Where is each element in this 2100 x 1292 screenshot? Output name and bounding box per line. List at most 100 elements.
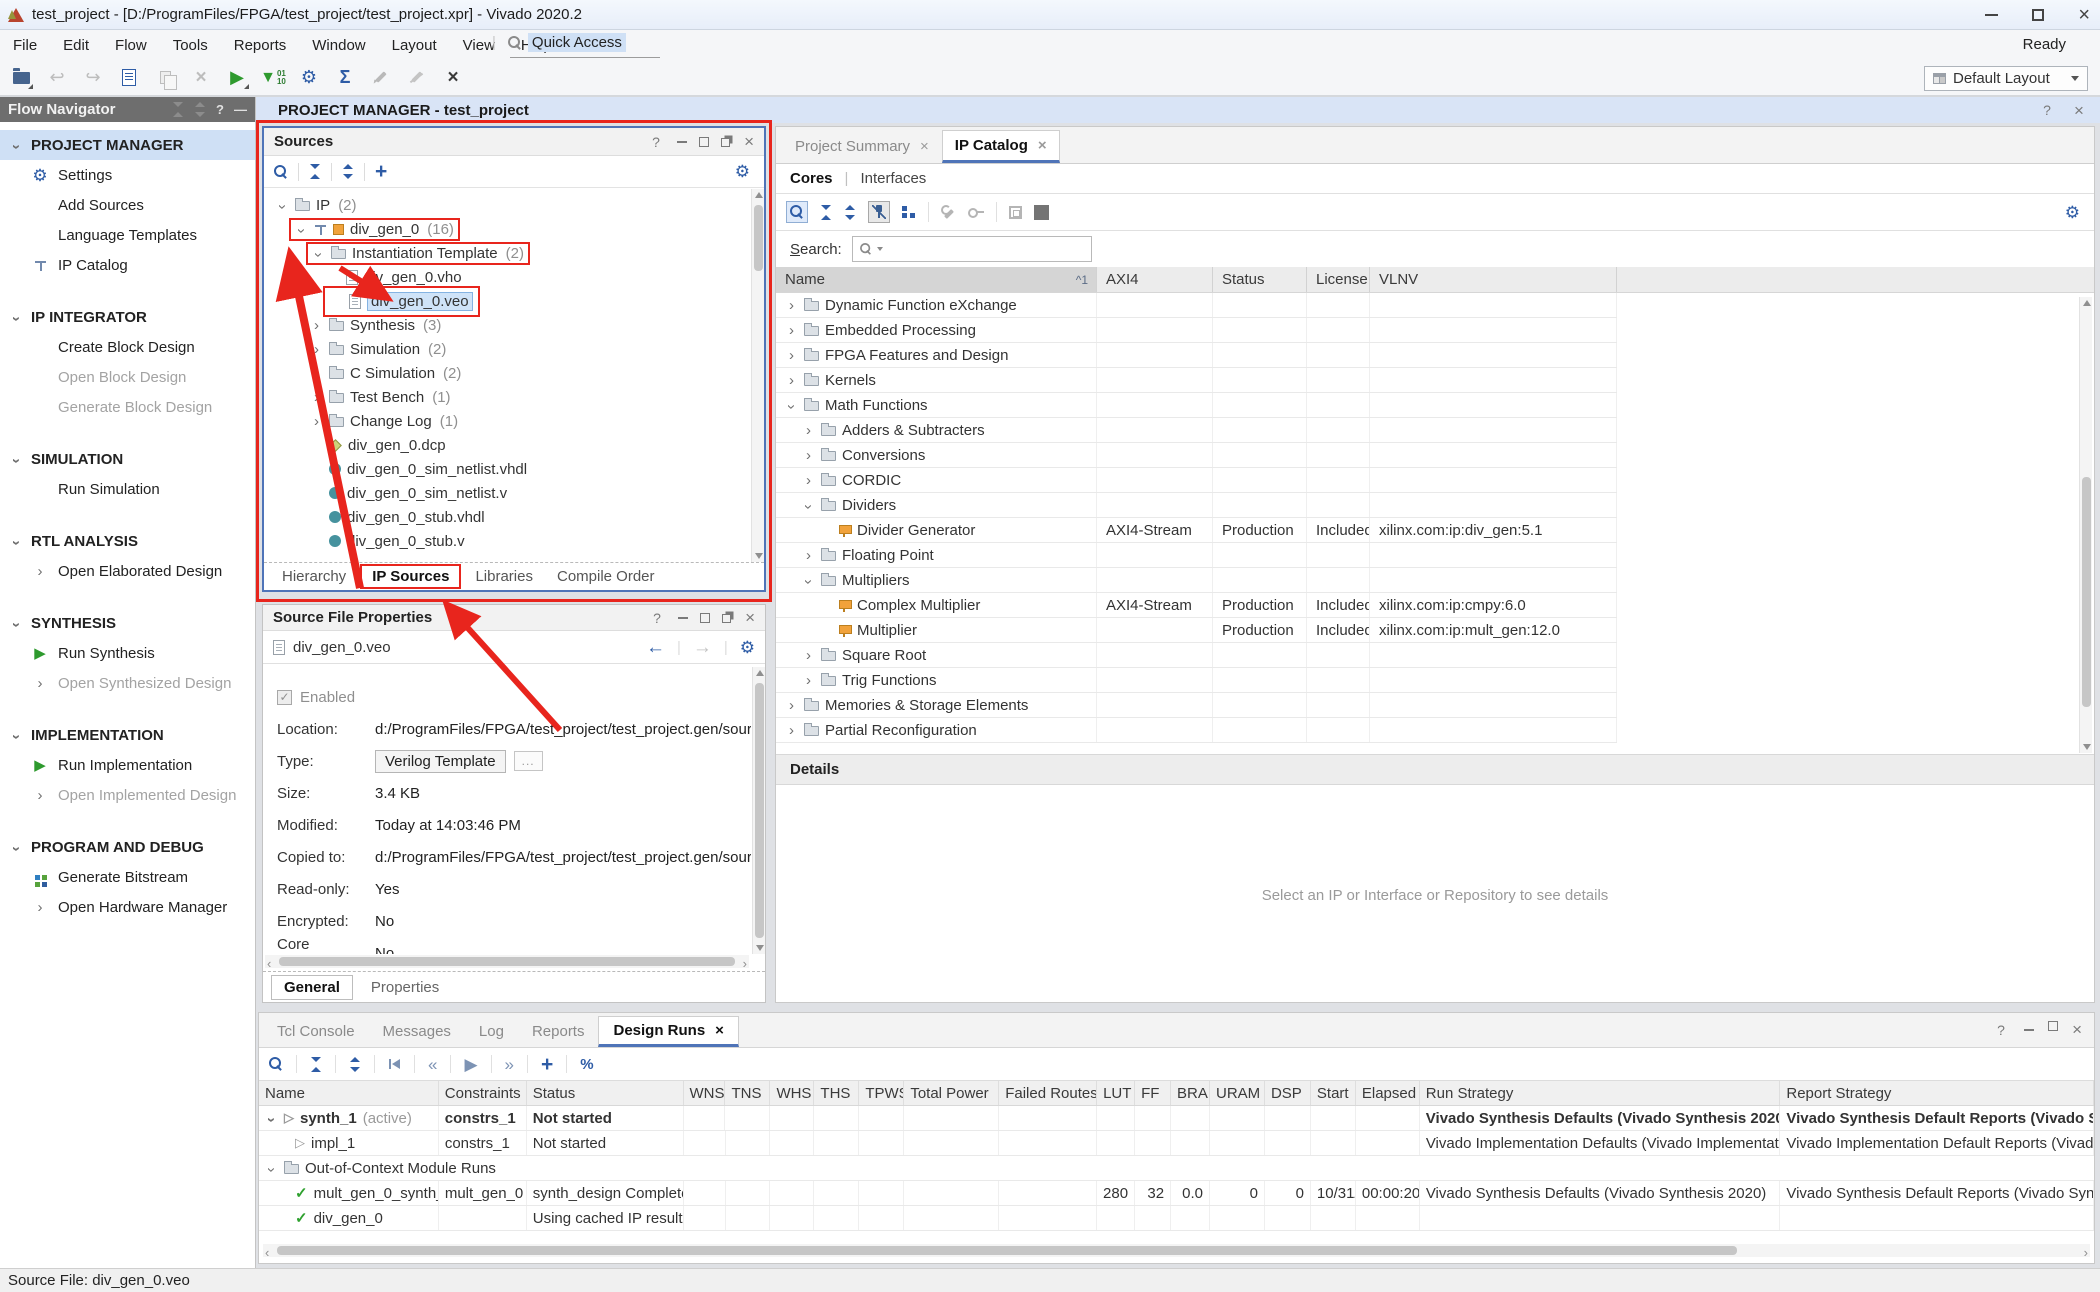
minimize-panel-icon[interactable]	[2024, 1029, 2034, 1031]
catalog-row-embedded-processing[interactable]: ›Embedded Processing	[776, 318, 1617, 343]
expand-all-icon[interactable]	[349, 1057, 361, 1072]
flow-section-header-project-manager[interactable]: ›PROJECT MANAGER	[0, 130, 255, 160]
scroll-up-icon[interactable]	[755, 192, 763, 198]
sidebar-item-run-implementation[interactable]: ▶Run Implementation	[0, 750, 255, 780]
chevron-down-icon[interactable]: ›	[9, 312, 24, 325]
column-header-dsp[interactable]: DSP	[1265, 1081, 1311, 1105]
column-header-tns[interactable]: TNS	[725, 1081, 770, 1105]
run-row-out-of-context-module-runs[interactable]: ›Out-of-Context Module Runs	[259, 1156, 2094, 1181]
float-panel-icon[interactable]	[722, 614, 731, 623]
back-arrow-icon[interactable]: ←	[646, 638, 665, 657]
window-minimize-icon[interactable]	[1985, 14, 1998, 16]
scroll-up-icon[interactable]	[756, 670, 764, 676]
chevron-down-icon[interactable]: ›	[801, 500, 816, 513]
scrollbar-thumb[interactable]	[279, 957, 735, 966]
tree-item-ip[interactable]: ›IP(2)	[264, 193, 764, 217]
flow-section-header-program-and-debug[interactable]: ›PROGRAM AND DEBUG	[0, 832, 255, 862]
tab-messages[interactable]: Messages	[369, 1016, 465, 1047]
minimize-panel-icon[interactable]	[677, 141, 687, 143]
close-panel-icon[interactable]: ×	[745, 609, 755, 626]
tab-design-runs[interactable]: Design Runs×	[598, 1016, 738, 1047]
maximize-panel-icon[interactable]	[699, 137, 709, 147]
percent-icon[interactable]: %	[580, 1056, 593, 1073]
chevron-right-icon[interactable]: ›	[310, 390, 323, 405]
column-header-elapsed[interactable]: Elapsed	[1356, 1081, 1420, 1105]
catalog-row-conversions[interactable]: ›Conversions	[776, 443, 1617, 468]
step-back-icon[interactable]: «	[428, 1056, 437, 1073]
column-header-whs[interactable]: WHS	[770, 1081, 814, 1105]
scroll-right-icon[interactable]: ›	[743, 956, 747, 971]
menu-reports[interactable]: Reports	[221, 30, 300, 60]
column-header-total-power[interactable]: Total Power	[904, 1081, 999, 1105]
step-forward-icon[interactable]: »	[505, 1056, 514, 1073]
catalog-row-kernels[interactable]: ›Kernels	[776, 368, 1617, 393]
column-header-wns[interactable]: WNS	[684, 1081, 726, 1105]
quick-access-label[interactable]: Quick Access	[528, 33, 626, 52]
chevron-right-icon[interactable]: ›	[785, 323, 798, 338]
tree-item-simulation[interactable]: ›Simulation(2)	[264, 337, 764, 361]
chevron-right-icon[interactable]: ›	[802, 423, 815, 438]
run-button[interactable]: ▶	[224, 65, 250, 91]
subtab-cores[interactable]: Cores	[790, 170, 833, 187]
quick-access-search[interactable]: | Quick Access	[492, 33, 626, 52]
open-project-button[interactable]	[8, 65, 34, 91]
sidebar-item-add-sources[interactable]: Add Sources	[0, 190, 255, 220]
column-header-run-strategy[interactable]: Run Strategy	[1420, 1081, 1781, 1105]
tab-ip-catalog[interactable]: IP Catalog×	[942, 130, 1060, 163]
tab-properties[interactable]: Properties	[359, 976, 451, 999]
cancel-button[interactable]: ×	[440, 65, 466, 91]
chevron-down-icon[interactable]: ›	[9, 842, 24, 855]
report-button[interactable]: Σ	[332, 65, 358, 91]
customize-wrench-icon[interactable]	[941, 205, 956, 220]
chevron-right-icon[interactable]: ›	[785, 723, 798, 738]
chevron-right-icon[interactable]: ›	[802, 548, 815, 563]
scrollbar-thumb[interactable]	[754, 205, 763, 271]
catalog-scrollbar[interactable]	[2079, 297, 2092, 753]
run-row-impl-1[interactable]: ▷impl_1constrs_1Not startedVivado Implem…	[259, 1131, 2094, 1156]
chevron-down-icon[interactable]: ›	[275, 200, 290, 213]
collapse-all-icon[interactable]	[172, 102, 184, 117]
info-icon[interactable]	[1034, 205, 1049, 220]
column-header-lut[interactable]: LUT	[1097, 1081, 1135, 1105]
sidebar-item-settings[interactable]: ⚙Settings	[0, 160, 255, 190]
tree-item-div-gen-0[interactable]: ›div_gen_0(16)	[264, 217, 764, 241]
menu-edit[interactable]: Edit	[50, 30, 102, 60]
chevron-right-icon[interactable]: ›	[802, 473, 815, 488]
column-header-status[interactable]: Status	[1213, 267, 1307, 292]
tree-item-change-log[interactable]: ›Change Log(1)	[264, 409, 764, 433]
tree-item-synthesis[interactable]: ›Synthesis(3)	[264, 313, 764, 337]
run-row-div-gen-0[interactable]: ✓div_gen_0Using cached IP results	[259, 1206, 2094, 1231]
chevron-down-icon[interactable]: ›	[9, 536, 24, 549]
sidebar-item-open-elaborated-design[interactable]: ›Open Elaborated Design	[0, 556, 255, 586]
close-icon[interactable]: ×	[2070, 101, 2088, 119]
expand-all-icon[interactable]	[844, 205, 856, 220]
close-panel-icon[interactable]: ×	[744, 133, 754, 150]
chevron-down-icon[interactable]: ›	[9, 618, 24, 631]
layout-selector[interactable]: Default Layout	[1924, 66, 2088, 91]
chevron-right-icon[interactable]: ›	[785, 373, 798, 388]
close-icon[interactable]: ×	[1038, 137, 1047, 154]
close-icon[interactable]: ×	[715, 1022, 724, 1039]
collapse-all-icon[interactable]	[309, 164, 321, 179]
catalog-row-multipliers[interactable]: ›Multipliers	[776, 568, 1617, 593]
expand-all-icon[interactable]	[194, 102, 206, 117]
collapse-all-icon[interactable]	[820, 205, 832, 220]
settings-button[interactable]: ⚙	[296, 65, 322, 91]
tab-log[interactable]: Log	[465, 1016, 518, 1047]
tree-item-test-bench[interactable]: ›Test Bench(1)	[264, 385, 764, 409]
scroll-down-icon[interactable]	[756, 945, 764, 951]
search-toggle[interactable]	[786, 201, 808, 223]
properties-hscrollbar[interactable]: ‹ ›	[265, 955, 749, 968]
scrollbar-thumb[interactable]	[2082, 477, 2091, 707]
minimize-panel-icon[interactable]: —	[234, 102, 247, 117]
chevron-down-icon[interactable]: ›	[264, 1113, 279, 1126]
tree-item-div-gen-0-veo[interactable]: ›div_gen_0.veo	[264, 289, 764, 313]
menu-layout[interactable]: Layout	[379, 30, 450, 60]
chevron-right-icon[interactable]: ›	[785, 348, 798, 363]
ellipsis-button[interactable]: ...	[514, 751, 543, 771]
chevron-down-icon[interactable]: ›	[801, 575, 816, 588]
scroll-right-icon[interactable]: ›	[2084, 1245, 2088, 1260]
subtab-interfaces[interactable]: Interfaces	[860, 170, 926, 187]
run-icon[interactable]: ▶	[464, 1056, 477, 1073]
tree-item-div-gen-0-dcp[interactable]: ›div_gen_0.dcp	[264, 433, 764, 457]
